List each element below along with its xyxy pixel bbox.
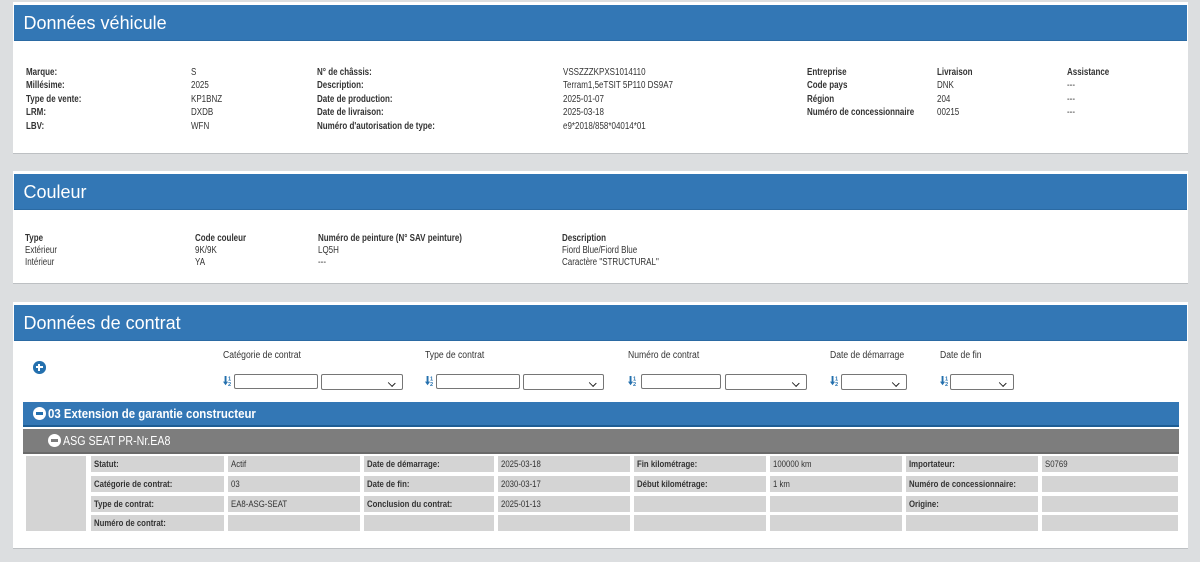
svg-text:2: 2 [945,382,948,386]
svg-text:2: 2 [228,382,231,386]
svg-text:2: 2 [835,382,838,386]
svg-text:2: 2 [430,382,433,386]
svg-text:2: 2 [633,382,636,386]
